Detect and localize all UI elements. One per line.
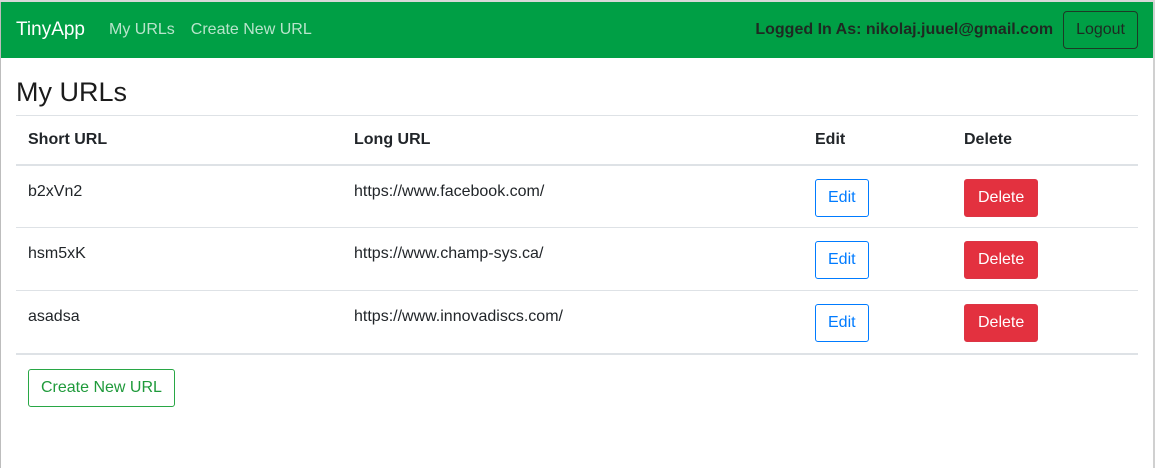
short-url-cell: asadsa [16, 290, 342, 355]
edit-cell: Edit [803, 290, 952, 355]
delete-button[interactable]: Delete [964, 304, 1039, 342]
long-url-cell: https://www.innovadiscs.com/ [342, 290, 803, 355]
logged-in-text: Logged In As: nikolaj.juuel@gmail.com [755, 21, 1054, 38]
long-url-cell: https://www.facebook.com/ [342, 164, 803, 228]
urls-table: Short URL Long URL Edit Delete b2xVn2 ht… [16, 115, 1138, 355]
edit-cell: Edit [803, 164, 952, 228]
create-new-url-button[interactable]: Create New URL [28, 369, 175, 407]
delete-cell: Delete [952, 164, 1138, 228]
navbar-user-area: Logged In As: nikolaj.juuel@gmail.com Lo… [755, 11, 1138, 49]
long-url-cell: https://www.champ-sys.ca/ [342, 227, 803, 291]
delete-cell: Delete [952, 227, 1138, 291]
nav-link-my-urls[interactable]: My URLs [109, 21, 175, 39]
table-header-row: Short URL Long URL Edit Delete [16, 115, 1138, 166]
delete-button[interactable]: Delete [964, 178, 1039, 217]
table-row: b2xVn2 https://www.facebook.com/ Edit De… [16, 164, 1138, 228]
edit-cell: Edit [803, 227, 952, 291]
column-header-edit: Edit [803, 115, 952, 166]
page-title: My URLs [16, 77, 128, 107]
column-header-delete: Delete [952, 115, 1138, 166]
edit-button[interactable]: Edit [815, 241, 869, 279]
logout-button[interactable]: Logout [1063, 11, 1138, 49]
delete-cell: Delete [952, 290, 1138, 355]
navbar: TinyApp My URLs Create New URL Logged In… [1, 2, 1153, 58]
table-row: hsm5xK https://www.champ-sys.ca/ Edit De… [16, 227, 1138, 291]
edit-button[interactable]: Edit [815, 304, 869, 342]
brand-link[interactable]: TinyApp [16, 19, 85, 41]
short-url-cell: b2xVn2 [16, 164, 342, 228]
nav-link-create-new-url[interactable]: Create New URL [191, 21, 312, 39]
column-header-long-url: Long URL [342, 115, 803, 166]
table-row: asadsa https://www.innovadiscs.com/ Edit… [16, 290, 1138, 355]
delete-button[interactable]: Delete [964, 241, 1039, 279]
short-url-cell: hsm5xK [16, 227, 342, 291]
column-header-short-url: Short URL [16, 115, 342, 166]
edit-button[interactable]: Edit [815, 178, 869, 217]
